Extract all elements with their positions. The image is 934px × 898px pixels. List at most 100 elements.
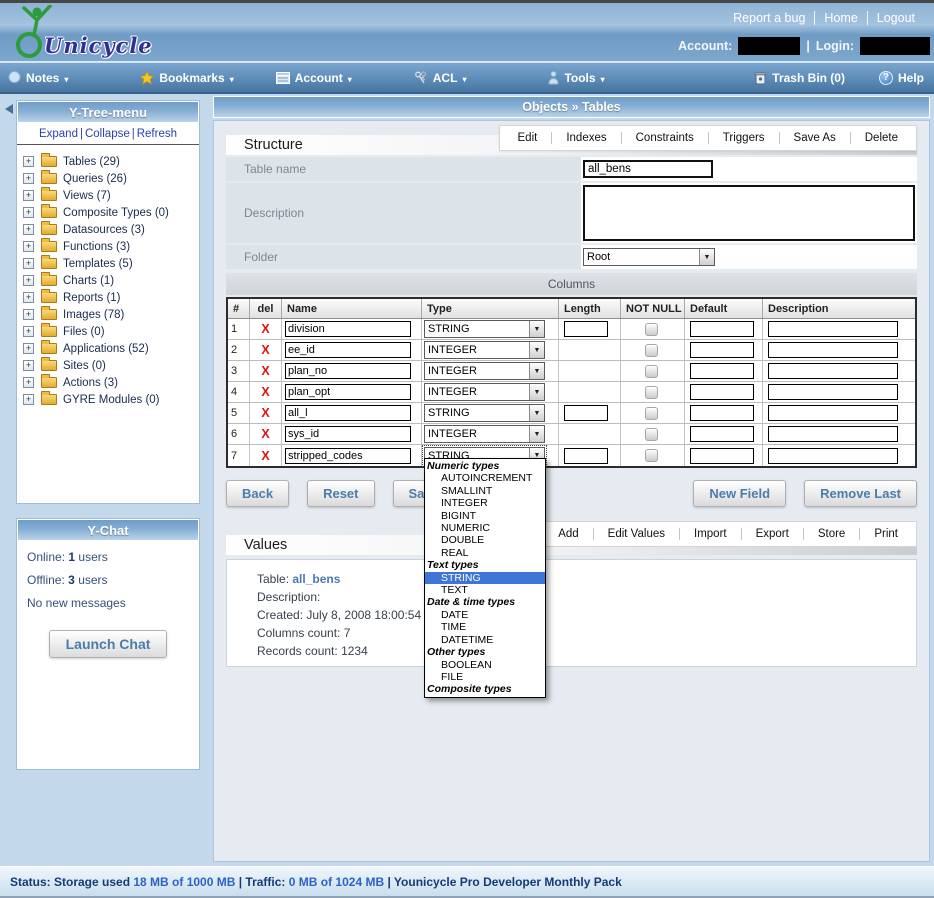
column-default-input[interactable]	[690, 321, 754, 337]
tree-item[interactable]: + GYRE Modules (0)	[23, 391, 195, 408]
values-menu-item[interactable]: Store	[803, 528, 860, 540]
column-name-input[interactable]	[285, 342, 411, 358]
column-name-input[interactable]	[285, 363, 411, 379]
expand-plus-icon[interactable]: +	[23, 156, 34, 167]
dropdown-option[interactable]: STRING	[425, 572, 545, 584]
tree-expand-link[interactable]: Expand	[39, 128, 78, 140]
column-description-input[interactable]	[768, 448, 898, 464]
nav-item-tools[interactable]: Tools ▾	[548, 71, 604, 85]
dropdown-option[interactable]: DATETIME	[425, 634, 545, 646]
dropdown-option[interactable]: NUMERIC	[425, 522, 545, 534]
tree-item[interactable]: + Reports (1)	[23, 289, 195, 306]
column-default-input[interactable]	[690, 363, 754, 379]
delete-column-button[interactable]: X	[250, 319, 282, 339]
values-menu-item[interactable]: Export	[741, 528, 803, 540]
expand-plus-icon[interactable]: +	[23, 258, 34, 269]
column-name-input[interactable]	[285, 426, 411, 442]
column-type-select[interactable]: INTEGER ▼	[424, 383, 545, 401]
dropdown-option[interactable]: DATE	[425, 609, 545, 621]
tree-collapse-link[interactable]: Collapse	[85, 128, 130, 140]
younicycle-logo[interactable]: Unicycle	[14, 5, 164, 61]
column-description-input[interactable]	[768, 405, 898, 421]
dropdown-option[interactable]: AUTOINCREMENT	[425, 472, 545, 484]
dropdown-option[interactable]: DOUBLE	[425, 534, 545, 546]
delete-column-button[interactable]: X	[250, 361, 282, 381]
nav-item-help[interactable]: ? Help	[879, 71, 924, 85]
values-table-name[interactable]: all_bens	[292, 572, 340, 586]
column-description-input[interactable]	[768, 426, 898, 442]
tab-item[interactable]: Indexes	[551, 132, 620, 144]
tree-item[interactable]: + Sites (0)	[23, 357, 195, 374]
delete-column-button[interactable]: X	[250, 445, 282, 466]
expand-plus-icon[interactable]: +	[23, 190, 34, 201]
column-length-input[interactable]	[564, 321, 608, 337]
tree-item[interactable]: + Files (0)	[23, 323, 195, 340]
tab-item[interactable]: Edit	[504, 132, 552, 144]
column-name-input[interactable]	[285, 448, 411, 464]
expand-plus-icon[interactable]: +	[23, 343, 34, 354]
tree-item[interactable]: + Functions (3)	[23, 238, 195, 255]
dropdown-option[interactable]: BOOLEAN	[425, 659, 545, 671]
not-null-checkbox[interactable]	[645, 365, 658, 378]
expand-plus-icon[interactable]: +	[23, 326, 34, 337]
tab-item[interactable]: Triggers	[708, 132, 779, 144]
column-type-select[interactable]: INTEGER ▼	[424, 362, 545, 380]
nav-item-trash-bin[interactable]: Trash Bin (0)	[754, 71, 845, 85]
column-type-select[interactable]: INTEGER ▼	[424, 341, 545, 359]
expand-plus-icon[interactable]: +	[23, 224, 34, 235]
expand-plus-icon[interactable]: +	[23, 173, 34, 184]
expand-plus-icon[interactable]: +	[23, 275, 34, 286]
column-description-input[interactable]	[768, 342, 898, 358]
expand-plus-icon[interactable]: +	[23, 292, 34, 303]
folder-select[interactable]: Root ▼	[583, 248, 715, 266]
expand-plus-icon[interactable]: +	[23, 360, 34, 371]
column-length-input[interactable]	[564, 405, 608, 421]
tree-item[interactable]: + Tables (29)	[23, 153, 195, 170]
delete-column-button[interactable]: X	[250, 340, 282, 360]
dropdown-option[interactable]: BIGINT	[425, 510, 545, 522]
nav-item-account[interactable]: Account ▾	[276, 71, 352, 85]
column-default-input[interactable]	[690, 405, 754, 421]
back-button[interactable]: Back	[226, 480, 289, 507]
dropdown-option[interactable]: TIME	[425, 621, 545, 633]
column-type-select[interactable]: STRING ▼	[424, 404, 545, 422]
not-null-checkbox[interactable]	[645, 323, 658, 336]
tree-item[interactable]: + Templates (5)	[23, 255, 195, 272]
dropdown-option[interactable]: TEXT	[425, 584, 545, 596]
values-menu-item[interactable]: Print	[859, 528, 912, 540]
sidebar-collapse-arrow-icon[interactable]	[5, 104, 13, 114]
expand-plus-icon[interactable]: +	[23, 241, 34, 252]
column-length-input[interactable]	[564, 448, 608, 464]
nav-item-acl[interactable]: ACL ▾	[414, 71, 467, 85]
reset-button[interactable]: Reset	[307, 480, 374, 507]
values-menu-item[interactable]: Edit Values	[593, 528, 679, 540]
expand-plus-icon[interactable]: +	[23, 377, 34, 388]
column-default-input[interactable]	[690, 384, 754, 400]
not-null-checkbox[interactable]	[645, 449, 658, 462]
description-textarea[interactable]	[583, 185, 915, 241]
header-link[interactable]: Home	[814, 11, 866, 25]
table-name-input[interactable]	[583, 160, 713, 178]
tree-refresh-link[interactable]: Refresh	[137, 128, 177, 140]
tab-item[interactable]: Delete	[850, 132, 912, 144]
header-link[interactable]: Logout	[867, 11, 924, 25]
column-type-select[interactable]: STRING ▼	[424, 320, 545, 338]
column-default-input[interactable]	[690, 342, 754, 358]
column-default-input[interactable]	[690, 426, 754, 442]
column-description-input[interactable]	[768, 384, 898, 400]
column-name-input[interactable]	[285, 384, 411, 400]
nav-item-notes[interactable]: Notes ▾	[8, 71, 68, 85]
not-null-checkbox[interactable]	[645, 344, 658, 357]
not-null-checkbox[interactable]	[645, 386, 658, 399]
column-name-input[interactable]	[285, 405, 411, 421]
expand-plus-icon[interactable]: +	[23, 394, 34, 405]
tree-item[interactable]: + Datasources (3)	[23, 221, 195, 238]
delete-column-button[interactable]: X	[250, 382, 282, 402]
delete-column-button[interactable]: X	[250, 424, 282, 444]
values-menu-item[interactable]: Import	[679, 528, 741, 540]
tree-item[interactable]: + Charts (1)	[23, 272, 195, 289]
not-null-checkbox[interactable]	[645, 407, 658, 420]
new-field-button[interactable]: New Field	[693, 480, 786, 507]
expand-plus-icon[interactable]: +	[23, 309, 34, 320]
column-name-input[interactable]	[285, 321, 411, 337]
